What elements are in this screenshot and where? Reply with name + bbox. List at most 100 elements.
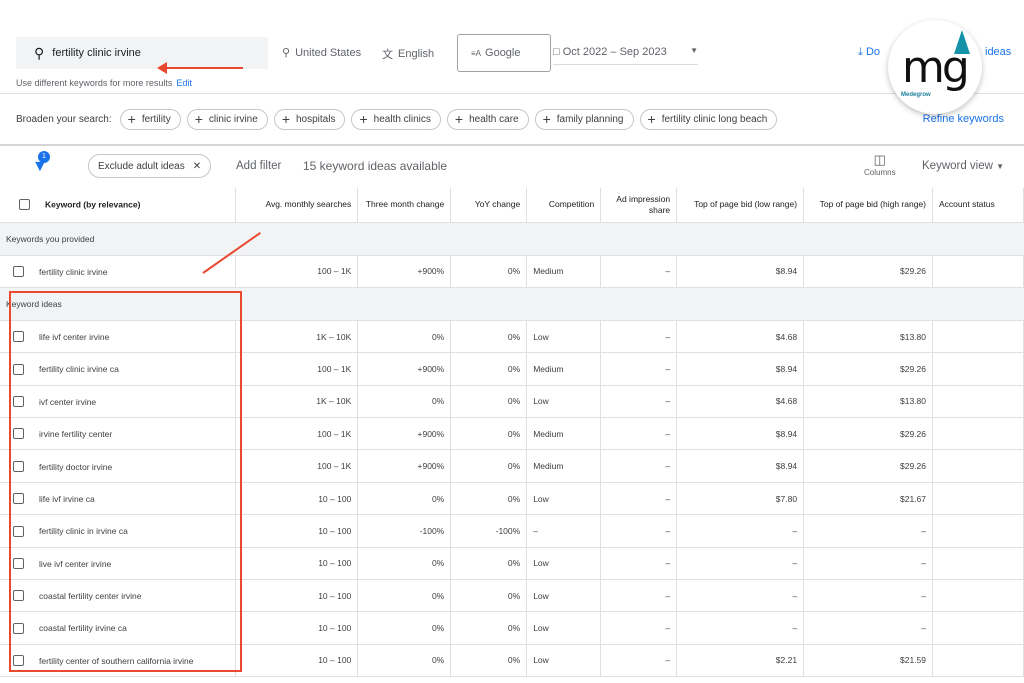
cell-7: –	[803, 611, 933, 645]
column-header[interactable]: Three month change	[357, 188, 452, 223]
location-pin-icon: ⚲	[282, 47, 291, 59]
cell-7: $29.26	[803, 417, 933, 451]
download-ideas-suffix: ideas	[985, 46, 1012, 58]
cell-6: –	[676, 514, 805, 548]
columns-icon: ◫	[873, 152, 886, 167]
cell-2: 0%	[357, 385, 452, 419]
plus-icon: +	[281, 111, 290, 127]
network-label: Google	[485, 47, 521, 59]
chip-health-clinics[interactable]: + health clinics	[351, 108, 441, 130]
cell-3: -100%	[450, 514, 528, 548]
chip-health-care[interactable]: + health care	[446, 108, 529, 130]
chip-label: health care	[469, 113, 519, 125]
cell-6: $8.94	[676, 417, 805, 451]
select-all-checkbox[interactable]	[19, 199, 30, 211]
chip-clinic-irvine[interactable]: + clinic irvine	[186, 108, 268, 130]
cell-4: Low	[526, 579, 602, 613]
cell-8	[932, 255, 1024, 288]
download-button[interactable]: ⤓ Do	[858, 46, 880, 59]
plus-icon: +	[127, 111, 136, 127]
cell-3: 0%	[450, 417, 528, 451]
cell-5: –	[600, 385, 678, 419]
cell-2: 0%	[357, 547, 452, 581]
column-header[interactable]: Avg. monthly searches	[235, 188, 359, 223]
cell-6: $8.94	[676, 449, 805, 483]
row-checkbox[interactable]	[13, 265, 24, 277]
network-selector[interactable]: ≡A Google	[457, 34, 551, 72]
cell-5: –	[600, 547, 678, 581]
refine-keywords-button[interactable]: Refine keywords	[923, 113, 1004, 125]
language-selector[interactable]: 文 English	[382, 46, 434, 62]
cell-8	[932, 449, 1024, 483]
column-header[interactable]: Ad impression share	[600, 188, 678, 223]
cell-3: 0%	[450, 579, 528, 613]
cell-8	[932, 320, 1024, 354]
column-header[interactable]: Competition	[526, 188, 602, 223]
filter-bar: ▼ 1 Exclude adult ideas ✕ Add filter 15 k…	[0, 148, 1024, 188]
cell-7: $29.26	[803, 352, 933, 386]
cell-8	[932, 482, 1024, 516]
plus-icon: +	[542, 111, 551, 127]
date-range-selector[interactable]: □ Oct 2022 – Sep 2023 ▼	[553, 46, 698, 65]
top-bar: ⚲ fertility clinic irvine Use different k…	[0, 22, 1024, 94]
cell-7: –	[803, 579, 933, 613]
cell-3: 0%	[450, 352, 528, 386]
edit-link[interactable]: Edit	[176, 78, 192, 88]
cell-1: 10 – 100	[235, 514, 359, 548]
cell-8	[932, 611, 1024, 645]
calendar-icon: □	[553, 46, 560, 58]
cell-8	[932, 514, 1024, 548]
column-header[interactable]: Keyword (by relevance)	[0, 188, 237, 223]
location-label: United States	[295, 46, 362, 59]
add-filter-button[interactable]: Add filter	[236, 160, 281, 172]
annotation-box	[9, 291, 242, 672]
cell-5: –	[600, 255, 678, 288]
download-label: Do	[865, 46, 880, 58]
keyword-cell: fertility clinic irvine	[0, 255, 237, 288]
close-icon[interactable]: ✕	[193, 161, 201, 172]
cell-7: $21.67	[803, 482, 933, 516]
cell-1: 100 – 1K	[235, 255, 359, 288]
dropdown-arrow-icon: ▼	[996, 162, 1005, 171]
location-selector[interactable]: ⚲ United States	[282, 46, 362, 60]
cell-5: –	[600, 449, 678, 483]
download-icon: ⤓	[858, 46, 863, 58]
chip-label: health clinics	[373, 113, 431, 125]
chip-family-planning[interactable]: + family planning	[534, 108, 634, 130]
header-label: Keyword (by relevance)	[45, 199, 141, 210]
cell-7: $21.59	[803, 644, 933, 678]
chip-hospitals[interactable]: + hospitals	[273, 108, 346, 130]
cell-3: 0%	[450, 320, 528, 354]
cell-3: 0%	[450, 255, 528, 288]
cell-4: Low	[526, 644, 602, 678]
cell-4: Medium	[526, 255, 602, 288]
search-hint: Use different keywords for more results E…	[16, 78, 192, 88]
cell-4: Medium	[526, 352, 602, 386]
cell-5: –	[600, 352, 678, 386]
cell-6: $8.94	[676, 255, 805, 288]
cell-4: Low	[526, 482, 602, 516]
exclude-label: Exclude adult ideas	[98, 160, 185, 172]
cell-4: Medium	[526, 417, 602, 451]
column-header[interactable]: YoY change	[450, 188, 528, 223]
column-header[interactable]: Top of page bid (low range)	[676, 188, 805, 223]
chip-fertility-clinic-long-beach[interactable]: + fertility clinic long beach	[639, 108, 778, 130]
cell-3: 0%	[450, 611, 528, 645]
exclude-adult-chip[interactable]: Exclude adult ideas ✕	[88, 154, 212, 178]
column-header[interactable]: Top of page bid (high range)	[803, 188, 933, 223]
columns-button[interactable]: ◫ Columns	[864, 152, 896, 177]
keyword-view-dropdown[interactable]: Keyword view ▼	[922, 160, 1004, 172]
chip-label: fertility	[141, 113, 171, 125]
cell-8	[932, 417, 1024, 451]
plus-icon: +	[359, 111, 368, 127]
cell-2: +900%	[357, 417, 452, 451]
cell-2: -100%	[357, 514, 452, 548]
table-row[interactable]: fertility clinic irvine 100 – 1K +900% 0% Me…	[0, 255, 1024, 288]
cell-1: 10 – 100	[235, 611, 359, 645]
column-header[interactable]: Account status	[932, 188, 1024, 223]
cell-8	[932, 644, 1024, 678]
chip-fertility[interactable]: + fertility	[119, 108, 181, 130]
filter-count-badge: 1	[38, 151, 50, 163]
cell-5: –	[600, 320, 678, 354]
search-input[interactable]: ⚲ fertility clinic irvine	[16, 37, 268, 69]
